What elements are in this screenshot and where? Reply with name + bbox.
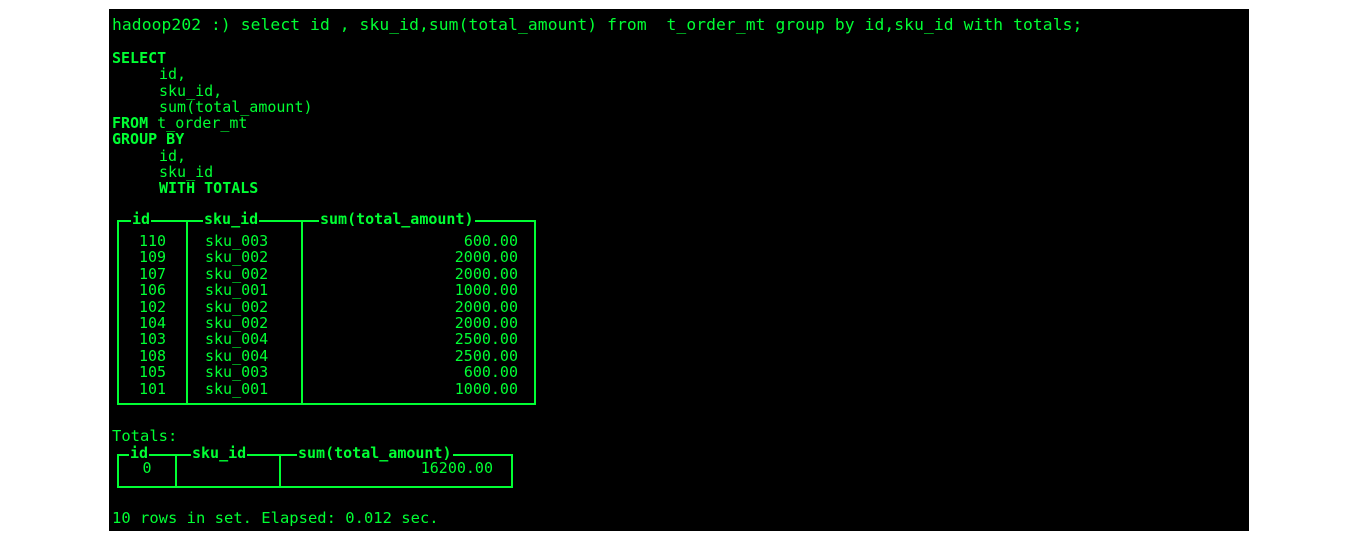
cell-sku-id: sku_004 <box>205 346 269 365</box>
query-line: GROUP BY <box>112 131 313 147</box>
sql-keyword: FROM <box>112 114 149 133</box>
cell-sum: 2000.00 <box>454 314 518 332</box>
cell-sku-id: sku_004 <box>205 330 269 349</box>
result-header-sku-id: sku_id <box>203 210 260 228</box>
sql-keyword: SELECT <box>112 49 167 67</box>
cell-sum: 2000.00 <box>454 297 518 316</box>
totals-header-sku-id: sku_id <box>191 444 248 462</box>
cell-id: 110 <box>138 232 167 250</box>
cell-id: 109 <box>138 248 167 267</box>
sql-text: t_order_mt <box>148 114 248 133</box>
cell-id: 107 <box>138 264 167 283</box>
query-line: SELECT <box>112 50 313 66</box>
cell-sku-id: sku_003 <box>205 232 269 250</box>
sql-keyword: GROUP BY <box>112 130 185 149</box>
query-line: id, <box>112 66 313 82</box>
cell-sku-id: sku_002 <box>205 248 269 267</box>
query-line: sku_id <box>112 164 313 180</box>
prompt-line: hadoop202 :) select id , sku_id,sum(tota… <box>112 15 1083 34</box>
sql-text: sku_id <box>159 163 214 182</box>
cell-sku-id: sku_003 <box>205 363 269 382</box>
cell-sum: 2000.00 <box>454 248 518 267</box>
query-line: sum(total_amount) <box>112 99 313 115</box>
cell-sku-id: sku_002 <box>205 314 269 332</box>
totals-cell-sum: 16200.00 <box>420 459 493 477</box>
cell-id: 101 <box>138 379 167 398</box>
cell-sku-id: sku_001 <box>205 281 269 300</box>
query-line: sku_id, <box>112 81 313 100</box>
sql-keyword: WITH TOTALS <box>159 179 259 198</box>
cell-sum: 1000.00 <box>454 281 518 300</box>
cell-sku-id: sku_002 <box>205 297 269 316</box>
result-col-divider <box>186 220 188 405</box>
cell-sum: 600.00 <box>463 232 518 250</box>
cell-sum: 600.00 <box>463 363 518 382</box>
cell-sum: 2000.00 <box>454 264 518 283</box>
cell-id: 103 <box>138 330 167 349</box>
sql-text: sum(total_amount) <box>159 97 313 116</box>
cell-sku-id: sku_001 <box>205 379 269 398</box>
result-header-sum: sum(total_amount) <box>319 210 475 228</box>
cell-id: 105 <box>138 363 167 382</box>
cell-sku-id: sku_002 <box>205 264 269 283</box>
cell-id: 106 <box>138 281 167 300</box>
sql-text: id, <box>159 65 187 84</box>
query-line: id, <box>112 148 313 164</box>
cell-id: 104 <box>138 314 167 332</box>
cell-sum: 2500.00 <box>454 330 518 349</box>
query-line: FROM t_order_mt <box>112 115 313 131</box>
sql-text: sku_id, <box>159 81 223 100</box>
formatted-query: SELECT id, sku_id, sum(total_amount) FROM t_… <box>112 50 313 197</box>
terminal-window[interactable]: hadoop202 :) select id , sku_id,sum(tota… <box>109 9 1249 531</box>
totals-cell-id: 0 <box>142 459 152 477</box>
sql-text: id, <box>159 146 187 165</box>
cell-sum: 2500.00 <box>454 346 518 365</box>
result-header-id: id <box>131 210 152 228</box>
query-line: WITH TOTALS <box>112 180 313 196</box>
cell-id: 108 <box>138 346 167 365</box>
cell-id: 102 <box>138 297 167 316</box>
cell-sum: 1000.00 <box>454 379 518 398</box>
status-footer: 10 rows in set. Elapsed: 0.012 sec. <box>112 509 439 527</box>
totals-col-divider <box>175 454 177 488</box>
totals-label: Totals: <box>112 427 178 445</box>
